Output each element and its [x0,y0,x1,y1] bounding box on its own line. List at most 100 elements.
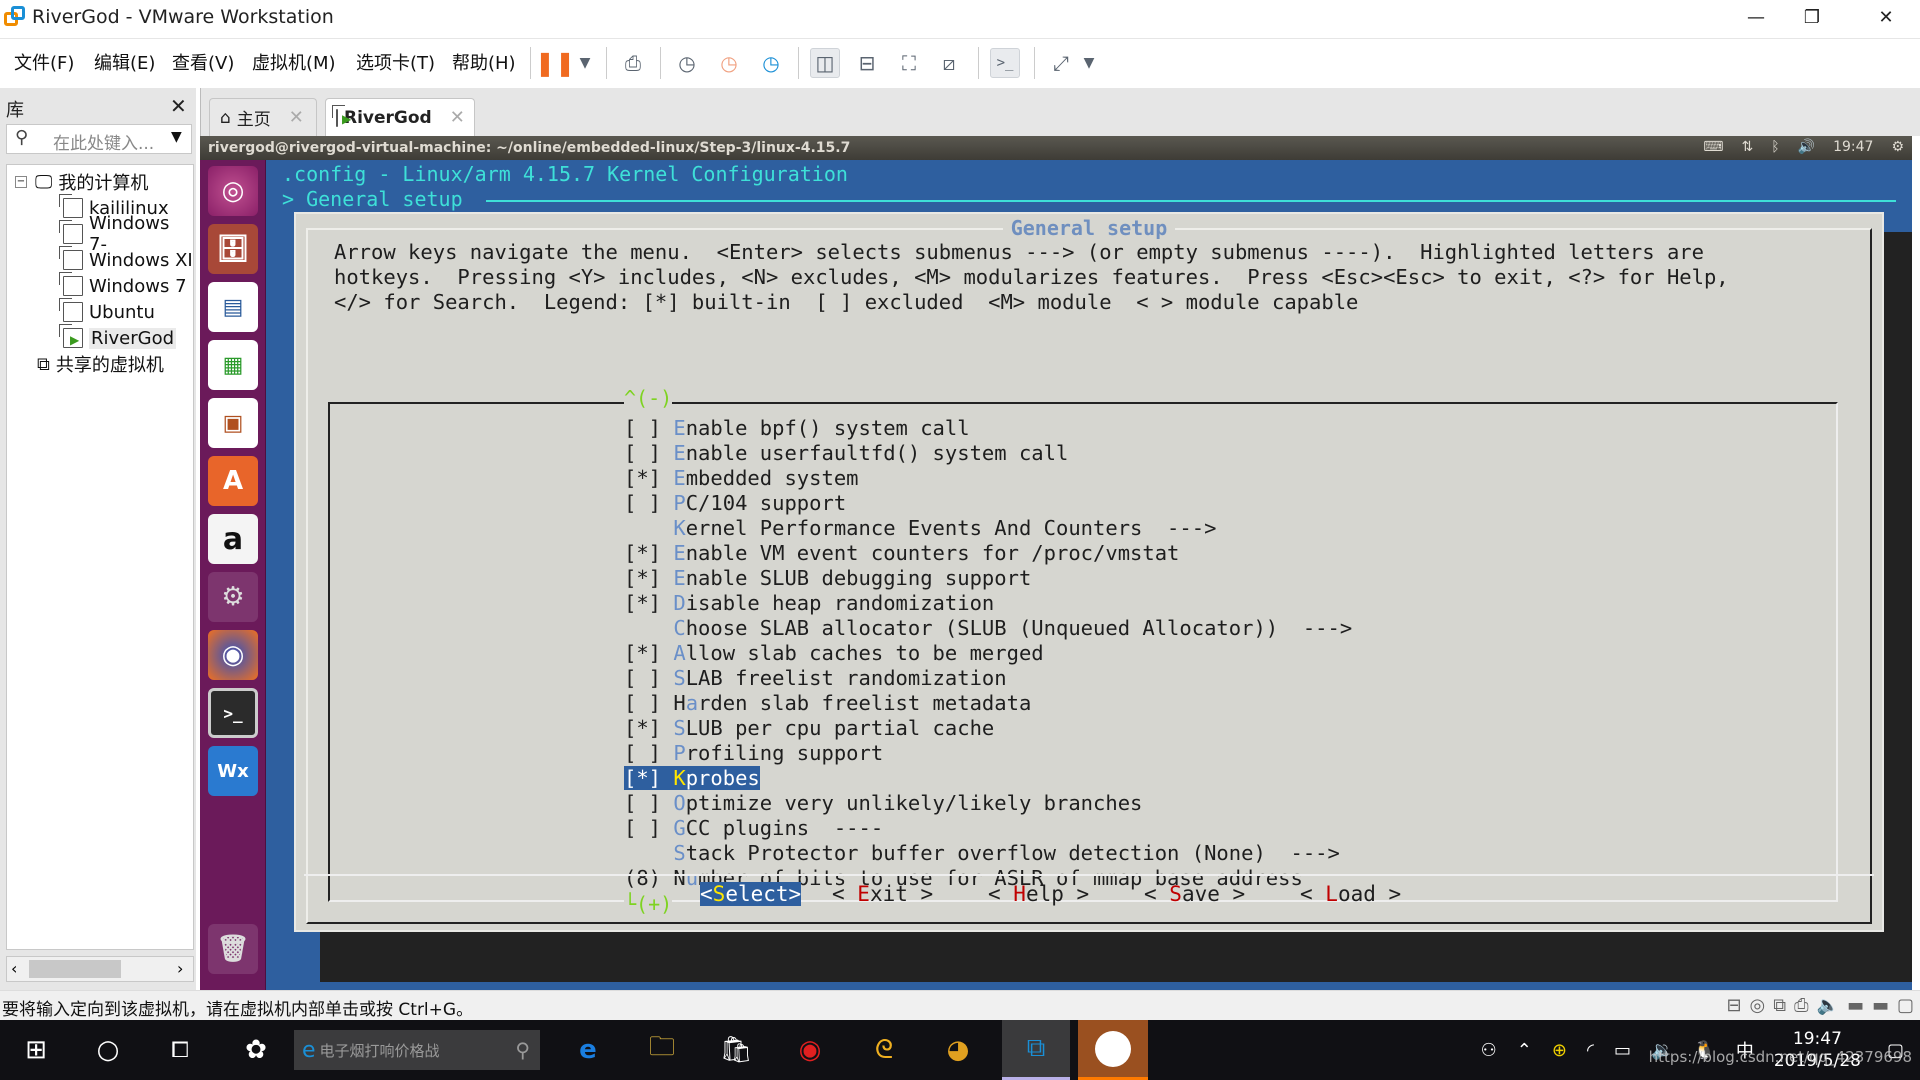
menu-item[interactable]: [*] Allow slab caches to be merged [624,641,1044,666]
show-hidden-icons[interactable]: ⌃ [1517,1040,1532,1061]
wifi-icon[interactable]: ◜ [1587,1040,1594,1061]
menu-item[interactable]: [ ] Enable userfaultfd() system call [624,441,1068,466]
power-gear-icon[interactable]: ⚙ [1891,139,1904,155]
library-search-input[interactable]: ⚲ 在此处键入... ▼ [6,124,192,154]
restore-button[interactable]: ❐ [1784,0,1840,34]
task-view-icon[interactable]: ⧠ [156,1020,204,1080]
tree-item-shared-vms[interactable]: ⧉ 共享的虚拟机 [37,351,164,377]
menu-item[interactable]: [ ] Optimize very unlikely/likely branch… [624,791,1142,816]
menu-item[interactable]: [ ] Enable bpf() system call [624,416,970,441]
pause-icon[interactable]: ❚❚ [535,48,575,78]
ubuntu-dash-icon[interactable]: ◎ [208,166,258,216]
send-ctrl-alt-del-icon[interactable]: ⎙ [618,48,648,78]
vm-console[interactable]: rivergod@rivergod-virtual-machine: ~/onl… [200,136,1912,990]
volume-icon[interactable]: 🔊 [1798,139,1815,155]
close-button[interactable]: ✕ [1858,0,1914,34]
menu-vm[interactable]: 虚拟机(M) [252,49,336,75]
software-center-icon[interactable]: A [208,456,258,506]
trash-icon[interactable]: 🗑 [208,924,258,974]
libreoffice-writer-icon[interactable]: ▤ [208,282,258,332]
menu-item[interactable]: [*] Enable SLUB debugging support [624,566,1031,591]
save-button[interactable]: < Save > [1144,882,1245,906]
scroll-left-icon[interactable]: ‹ [11,959,17,978]
firefox-icon[interactable]: ◉ [208,630,258,680]
collapse-icon[interactable]: − [15,176,27,188]
menu-item[interactable]: Kernel Performance Events And Counters -… [624,516,1216,541]
message-log-icon[interactable]: ▢ [1897,995,1914,1016]
libreoffice-impress-icon[interactable]: ▣ [208,398,258,448]
security-app-icon[interactable]: ⊕ [1552,1040,1567,1061]
help-button[interactable]: < Help > [988,882,1089,906]
menu-item[interactable]: [ ] Profiling support [624,741,883,766]
menu-item[interactable]: Choose SLAB allocator (SLUB (Unqueued Al… [624,616,1352,641]
library-horizontal-scrollbar[interactable]: ‹ › [6,956,194,982]
edge-icon[interactable]: e [560,1020,616,1080]
people-icon[interactable]: ⚇ [1481,1040,1497,1061]
amazon-icon[interactable]: a [208,514,258,564]
system-settings-icon[interactable]: ⚙ [208,572,258,622]
minimize-button[interactable]: — [1728,0,1784,34]
menu-view[interactable]: 查看(V) [172,49,234,75]
cortana-icon[interactable]: ○ [84,1020,132,1080]
menu-item[interactable]: [ ] GCC plugins ---- [624,816,883,841]
tab-home[interactable]: ⌂ 主页 ✕ [209,98,317,136]
taskbar-search-box[interactable]: e 电子烟打响价格战 ⚲ [294,1030,540,1070]
usb-icon[interactable]: ▬ [1847,995,1864,1016]
wxhexeditor-icon[interactable]: Wx [208,746,258,796]
power-dropdown-icon[interactable]: ▼ [570,48,600,78]
load-button[interactable]: < Load > [1300,882,1401,906]
usb-icon[interactable]: ▬ [1872,995,1889,1016]
network-icon[interactable]: ⇅ [1742,139,1754,155]
tab-close-icon[interactable]: ✕ [289,107,304,128]
terminal-icon[interactable]: >_ [208,688,258,738]
menu-item[interactable]: [*] Disable heap randomization [624,591,994,616]
hard-disk-icon[interactable]: ⊟ [1726,995,1741,1016]
menu-file[interactable]: 文件(F) [14,49,74,75]
netease-music-icon[interactable]: ◉ [782,1020,838,1080]
scroll-right-icon[interactable]: › [177,959,183,978]
ubuntu-clock[interactable]: 19:47 [1833,139,1873,155]
libreoffice-calc-icon[interactable]: ▦ [208,340,258,390]
search-dropdown-icon[interactable]: ▼ [171,129,182,145]
pinwheel-app-icon[interactable]: ✿ [228,1020,284,1080]
avatar-app-icon[interactable] [1078,1020,1148,1080]
tree-item-vm[interactable]: Windows 7- [59,213,193,255]
tree-item-vm[interactable]: Windows XI [59,246,193,273]
bluetooth-icon[interactable]: ᛒ [1771,139,1779,155]
files-icon[interactable]: 🗄 [208,224,258,274]
browser-icon[interactable]: ᘓ [856,1020,912,1080]
chrome-icon[interactable]: ◕ [930,1020,986,1080]
snapshot-take-icon[interactable]: ◷ [672,48,702,78]
file-explorer-icon[interactable]: 🗀 [634,1020,690,1080]
stretch-guest-icon[interactable]: ⤢ [1046,48,1076,78]
library-view-icon[interactable]: ◫ [810,48,840,78]
store-icon[interactable]: 🛍 [708,1020,764,1080]
cd-dvd-icon[interactable]: ◎ [1750,995,1766,1016]
menu-help[interactable]: 帮助(H) [452,49,516,75]
menu-item[interactable]: [*] Enable VM event counters for /proc/v… [624,541,1179,566]
menu-item[interactable]: [*] Embedded system [624,466,859,491]
battery-icon[interactable]: ▭ [1614,1040,1631,1061]
menu-item[interactable]: Stack Protector buffer overflow detectio… [624,841,1339,866]
menu-item[interactable]: [ ] SLAB freelist randomization [624,666,1007,691]
snapshot-revert-icon[interactable]: ◷ [714,48,744,78]
exit-button[interactable]: < Exit > [832,882,933,906]
library-close-button[interactable]: ✕ [170,94,187,118]
start-windows-icon[interactable]: ⊞ [12,1020,60,1080]
menu-item[interactable]: [*] SLUB per cpu partial cache [624,716,994,741]
terminal[interactable]: .config - Linux/arm 4.15.7 Kernel Config… [266,160,1912,990]
tab-rivergod[interactable]: ▶ RiverGod ✕ [325,98,475,136]
snapshot-manager-icon[interactable]: ◷ [756,48,786,78]
menu-item[interactable]: [ ] PC/104 support [624,491,846,516]
vmware-icon[interactable]: ⧉ [1002,1020,1070,1080]
tree-item-vm[interactable]: Ubuntu [59,298,155,325]
select-button[interactable]: <Select> [700,882,802,906]
menu-tabs[interactable]: 选项卡(T) [356,49,435,75]
menu-item-selected[interactable]: [*] Kprobes [624,766,760,791]
stretch-dropdown-icon[interactable]: ▼ [1074,48,1104,78]
menu-edit[interactable]: 编辑(E) [94,49,155,75]
menu-item[interactable]: [ ] Harden slab freelist metadata [624,691,1031,716]
scrollbar-thumb[interactable] [29,960,121,978]
tree-item-vm-selected[interactable]: ▶ RiverGod [59,324,177,351]
printer-icon[interactable]: ⎙ [1794,995,1808,1016]
